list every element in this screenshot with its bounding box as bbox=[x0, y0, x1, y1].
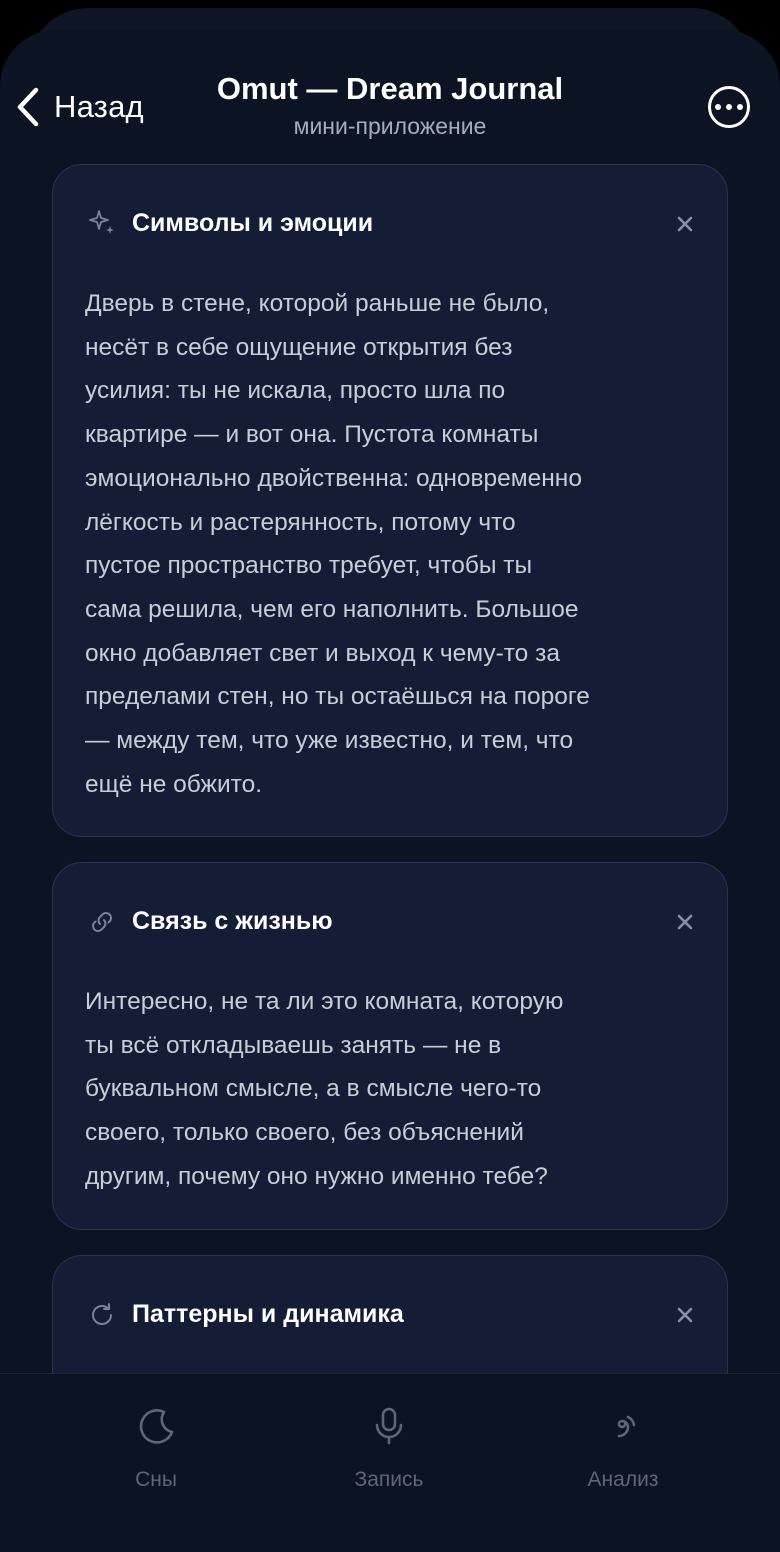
body-line: лёгкость и растерянность, потому что bbox=[85, 508, 516, 536]
body-line: усилия: ты не искала, просто шла по bbox=[85, 377, 506, 405]
sparkle-icon bbox=[89, 210, 114, 234]
card-life-connection: Связь с жизнью Интересно, не та ли это к… bbox=[52, 862, 728, 1230]
link-icon bbox=[92, 912, 112, 932]
card-body: Дверь в стене, которой раньше не было, н… bbox=[85, 282, 693, 806]
body-line: буквальном смысле, а в смысле чего-то bbox=[85, 1075, 542, 1103]
tab-label: Запись bbox=[354, 1468, 424, 1491]
tab-label: Анализ bbox=[587, 1468, 659, 1491]
body-line: окно добавляет свет и выход к чему-то за bbox=[85, 639, 560, 667]
dot bbox=[726, 104, 732, 110]
phone-screen: Назад Omut — Dream Journal мини-приложен… bbox=[0, 0, 780, 1552]
moon-icon bbox=[139, 1409, 174, 1444]
dot bbox=[715, 104, 721, 110]
microphone-icon bbox=[375, 1407, 403, 1445]
body-line: другим, почему оно нужно именно тебе? bbox=[85, 1162, 548, 1190]
card-title: Паттерны и динамика bbox=[132, 1300, 404, 1328]
body-line: пределами стен, но ты остаёшься на порог… bbox=[85, 683, 590, 711]
body-line: пустое пространство требует, чтобы ты bbox=[85, 552, 533, 580]
card-symbols-emotions: Символы и эмоции Дверь в стене, которой … bbox=[52, 164, 728, 837]
card-title: Связь с жизнью bbox=[132, 907, 333, 935]
body-line: сама решила, чем его наполнить. Большое bbox=[85, 595, 579, 623]
app-title: Omut — Dream Journal bbox=[216, 71, 564, 106]
app-header: Omut — Dream Journal мини-приложение bbox=[0, 68, 780, 141]
close-icon[interactable] bbox=[675, 1305, 695, 1325]
body-line: ты всё откладываешь занять — не в bbox=[85, 1031, 502, 1059]
tab-dreams[interactable]: Сны bbox=[56, 1374, 256, 1524]
bottom-tab-bar: Сны Запись Анализ bbox=[0, 1373, 780, 1552]
card-title: Символы и эмоции bbox=[132, 209, 374, 237]
card-body: Интересно, не та ли это комната, которую… bbox=[85, 980, 693, 1199]
body-line: эмоционально двойственна: одновременно bbox=[85, 464, 582, 492]
body-line: ещё не обжито. bbox=[85, 770, 263, 798]
body-line: — между тем, что уже известно, и тем, чт… bbox=[85, 727, 574, 755]
spiral-icon bbox=[617, 1415, 636, 1438]
body-line: несёт в себе ощущение открытия без bbox=[85, 333, 513, 361]
tab-analysis[interactable]: Анализ bbox=[523, 1374, 723, 1524]
mini-app-window: Назад Omut — Dream Journal мини-приложен… bbox=[0, 30, 780, 1552]
dot bbox=[737, 104, 743, 110]
more-options-button[interactable] bbox=[708, 86, 750, 128]
body-line: своего, только своего, без объяснений bbox=[85, 1119, 524, 1147]
body-line: квартире — и вот она. Пустота комнаты bbox=[85, 421, 539, 449]
tab-record[interactable]: Запись bbox=[289, 1374, 489, 1524]
close-icon[interactable] bbox=[675, 214, 695, 234]
app-subtitle: мини-приложение bbox=[293, 113, 487, 139]
refresh-icon bbox=[92, 1303, 112, 1325]
body-line: Интересно, не та ли это комната, которую bbox=[85, 988, 564, 1015]
tab-label: Сны bbox=[135, 1468, 177, 1491]
close-icon[interactable] bbox=[675, 912, 695, 932]
body-line: Дверь в стене, которой раньше не было, bbox=[85, 290, 550, 317]
